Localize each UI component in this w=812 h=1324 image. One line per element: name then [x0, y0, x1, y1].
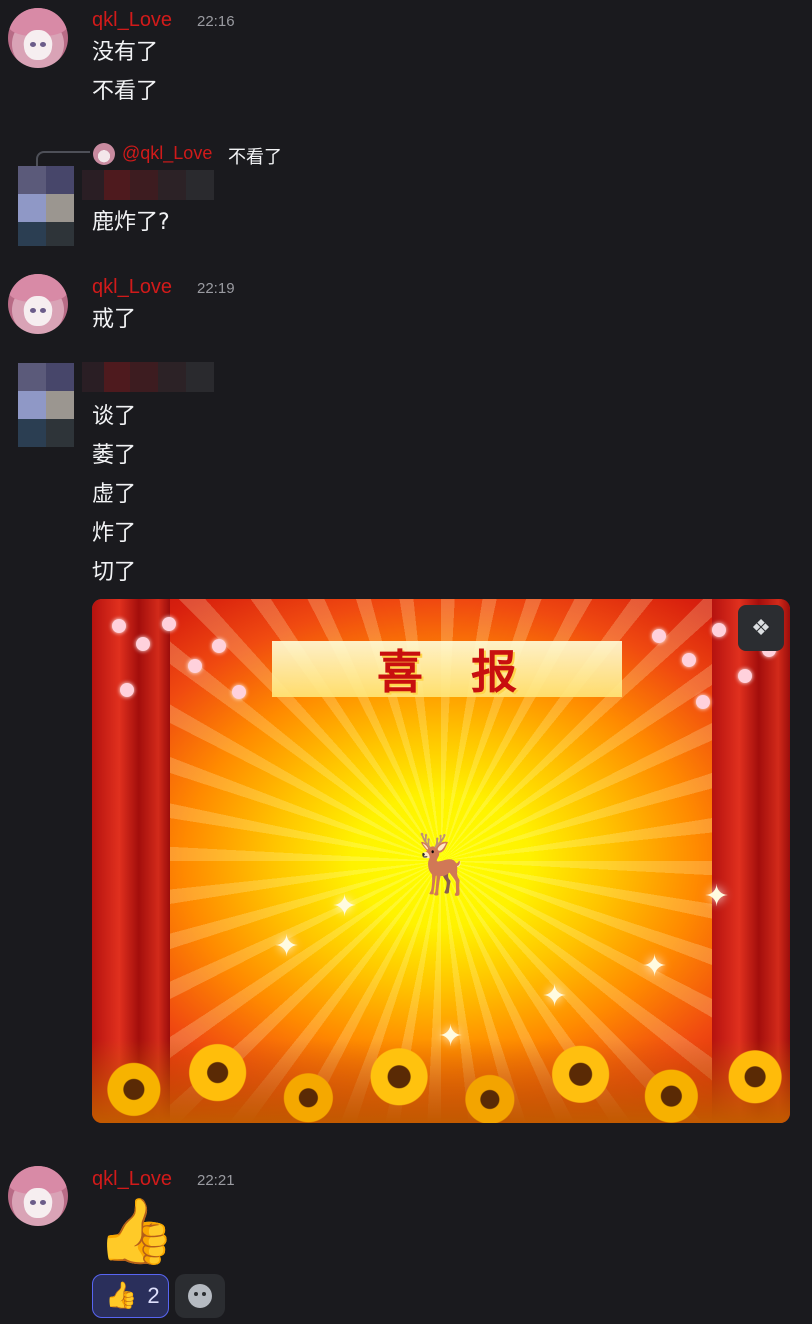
deer-emoji: 🦌	[407, 830, 480, 898]
image-attachment[interactable]: 喜 报 ✦ ✦ ✦ ✦ ✦ ✦ 🦌 ❖	[92, 599, 790, 1123]
media-action-icon: ❖	[751, 615, 771, 641]
author-name[interactable]: qkl_Love	[92, 1168, 172, 1191]
reaction-thumbs-up[interactable]: 👍 2	[92, 1274, 169, 1318]
pixelated-username	[82, 170, 214, 200]
avatar[interactable]	[8, 8, 68, 68]
banner-char: 喜	[377, 645, 423, 699]
banner: 喜 报	[272, 641, 622, 699]
author-name[interactable]: qkl_Love	[92, 9, 172, 32]
add-reaction-button[interactable]	[175, 1274, 225, 1318]
message-text: 切了	[92, 560, 137, 585]
media-action-button[interactable]: ❖	[738, 605, 784, 651]
avatar[interactable]	[8, 274, 68, 334]
pixelated-avatar	[18, 166, 74, 246]
timestamp: 22:19	[197, 280, 235, 297]
message-text: 不看了	[92, 79, 159, 104]
message-text: 炸了	[92, 521, 137, 546]
message-text: 鹿炸了?	[92, 210, 170, 235]
reply-preview-text: 不看了	[228, 147, 282, 168]
reaction-count: 2	[147, 1283, 160, 1308]
timestamp: 22:16	[197, 13, 235, 30]
reply-avatar	[93, 143, 115, 165]
author-name[interactable]: qkl_Love	[92, 276, 172, 299]
banner-char: 报	[471, 645, 517, 699]
add-reaction-icon	[188, 1284, 212, 1308]
message-text: 萎了	[92, 443, 137, 468]
timestamp: 22:21	[197, 1172, 235, 1189]
pixelated-avatar	[18, 363, 74, 447]
message-text: 虚了	[92, 482, 137, 507]
reply-mention[interactable]: @qkl_Love	[122, 143, 212, 164]
thumbs-up-emoji: 👍	[96, 1195, 176, 1269]
message-text: 谈了	[92, 404, 137, 429]
reaction-emoji: 👍	[105, 1281, 138, 1311]
message-text: 没有了	[92, 40, 159, 65]
message-text: 戒了	[92, 307, 137, 332]
pixelated-username	[82, 362, 214, 392]
avatar[interactable]	[8, 1166, 68, 1226]
